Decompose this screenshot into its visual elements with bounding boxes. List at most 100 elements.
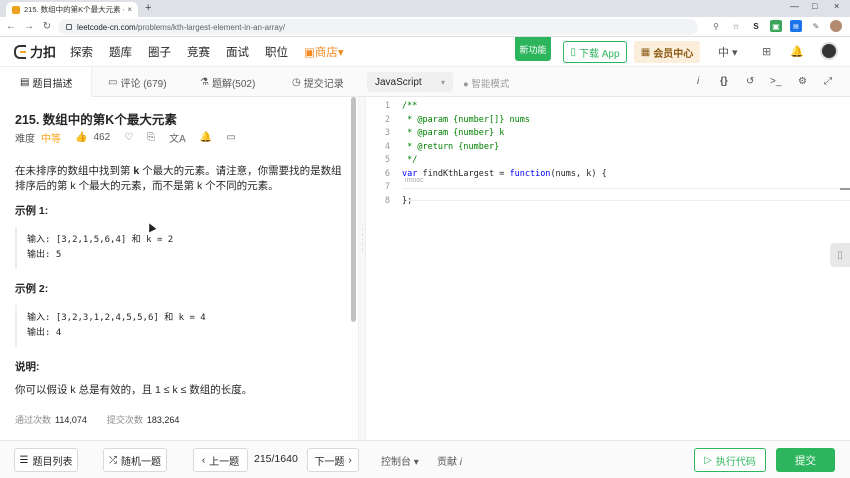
notification-bell-icon[interactable]: 🔔 bbox=[790, 45, 804, 58]
lock-icon bbox=[66, 24, 72, 30]
submit-button[interactable]: 提交 bbox=[776, 448, 835, 472]
nav-shop[interactable]: ▣商店▾ bbox=[304, 44, 344, 60]
run-code-button[interactable]: ▷ 执行代码 bbox=[694, 448, 766, 472]
example-1-output: 输出: 5 bbox=[27, 250, 62, 260]
nav-contest[interactable]: 竞赛 bbox=[187, 44, 210, 60]
translate-icon[interactable]: 文A bbox=[169, 130, 186, 145]
nav-jobs[interactable]: 职位 bbox=[265, 44, 288, 60]
problem-description: 在未排序的数组中找到第 k 个最大的元素。请注意，你需要找的是数组排序后的第 k… bbox=[15, 164, 350, 194]
nav-shop-label: 商店 bbox=[314, 46, 338, 59]
prev-label: 上一题 bbox=[209, 456, 240, 468]
tab-submissions[interactable]: ◷ 提交记录 bbox=[292, 67, 344, 97]
code-text: }; bbox=[402, 195, 413, 206]
reload-icon[interactable]: ↻ bbox=[40, 21, 54, 32]
nav-interview[interactable]: 面试 bbox=[226, 44, 249, 60]
run-label: 执行代码 bbox=[715, 456, 756, 468]
logo[interactable]: 力扣 bbox=[14, 42, 56, 61]
tab-solutions[interactable]: ⚗ 题解(502) bbox=[200, 67, 255, 97]
flask-icon: ⚗ bbox=[200, 76, 209, 88]
smart-mode-label: 智能模式 bbox=[471, 79, 510, 90]
editor-scroll-marker bbox=[840, 188, 850, 190]
new-feature-badge[interactable]: 新功能 bbox=[515, 37, 551, 61]
gear-icon[interactable]: ⚙ bbox=[798, 76, 807, 87]
url-host: leetcode-cn.com bbox=[77, 22, 136, 32]
problem-description-panel: 215. 数组中的第K个最大元素 难度 中等 👍 462 ♡ ⎘ 文A 🔔 ▭ … bbox=[0, 97, 358, 440]
code-line[interactable]: 3 * @param {number} k bbox=[366, 127, 504, 141]
nav-problems[interactable]: 题库 bbox=[109, 44, 132, 60]
share-icon[interactable]: ⎘ bbox=[147, 132, 155, 143]
extension-green-icon[interactable]: ▣ bbox=[770, 20, 782, 32]
braces-icon[interactable]: {} bbox=[720, 76, 728, 87]
nav-circle[interactable]: 圈子 bbox=[148, 44, 171, 60]
user-avatar[interactable] bbox=[820, 42, 838, 60]
code-text: /** bbox=[402, 101, 418, 111]
prev-problem-button[interactable]: ‹ 上一题 bbox=[193, 448, 248, 472]
extension-s-icon[interactable]: S bbox=[750, 20, 762, 32]
submitted-count: 183,264 bbox=[146, 415, 180, 425]
side-panel-toggle[interactable]: ▯ bbox=[830, 243, 850, 267]
smart-mode-toggle[interactable]: ● 智能模式 bbox=[463, 76, 509, 90]
random-problem-button[interactable]: ⤮ 随机一题 bbox=[103, 448, 167, 472]
description-scrollbar[interactable] bbox=[351, 97, 356, 322]
code-line[interactable]: 2 * @param {number[]} nums bbox=[366, 114, 530, 128]
shop-icon: ▣ bbox=[304, 46, 315, 59]
console-toggle[interactable]: 控制台 ▾ bbox=[381, 453, 419, 468]
example-2-box: 输入: [3,2,3,1,2,4,5,5,6] 和 k = 4 输出: 4 bbox=[15, 305, 341, 347]
back-icon[interactable]: ← bbox=[4, 21, 18, 32]
code-editor[interactable]: 1/** 2 * @param {number[]} nums 3 * @param… bbox=[366, 97, 850, 440]
list-icon: ☰ bbox=[19, 454, 29, 466]
thumbs-up-icon[interactable]: 👍 bbox=[75, 132, 87, 143]
tab-description[interactable]: ▤ 题目描述 bbox=[0, 67, 92, 97]
contribute-link[interactable]: 贡献 i bbox=[437, 453, 462, 468]
download-app-button[interactable]: ▯ 下载 App bbox=[563, 41, 627, 63]
language-switch[interactable]: 中 ▾ bbox=[718, 44, 738, 60]
zoom-icon[interactable]: ⚲ bbox=[710, 20, 722, 32]
tab-comments[interactable]: ▭ 评论 (679) bbox=[108, 67, 167, 97]
nav-explore[interactable]: 探索 bbox=[70, 44, 93, 60]
terminal-icon[interactable]: >_ bbox=[770, 76, 781, 87]
browser-tab-bar: 215. 数组中的第K个最大元素 - 力 × + — □ × bbox=[0, 0, 850, 17]
problem-meta: 难度 中等 👍 462 ♡ ⎘ 文A 🔔 ▭ bbox=[15, 130, 236, 145]
browser-tab[interactable]: 215. 数组中的第K个最大元素 - 力 × bbox=[6, 2, 138, 17]
difficulty-badge: 中等 bbox=[41, 134, 61, 145]
playground-icon[interactable]: ⊞ bbox=[762, 45, 771, 58]
extension-new-icon[interactable]: ▤ bbox=[790, 20, 802, 32]
problem-list-button[interactable]: ☰ 题目列表 bbox=[14, 448, 78, 472]
play-icon: ▷ bbox=[704, 454, 712, 466]
feedback-icon[interactable]: ▭ bbox=[226, 132, 235, 143]
contribute-label: 贡献 bbox=[437, 457, 457, 468]
submitted-stat: 提交次数 183,264 bbox=[107, 413, 180, 426]
next-problem-button[interactable]: 下一题 › bbox=[307, 448, 359, 472]
code-line[interactable]: 5 */ bbox=[366, 154, 417, 168]
url-input[interactable]: leetcode-cn.com/problems/kth-largest-ele… bbox=[58, 19, 698, 35]
reset-icon[interactable]: ↺ bbox=[746, 76, 754, 87]
line-number: 3 bbox=[384, 128, 390, 138]
code-line[interactable]: 1 /** bbox=[366, 100, 417, 114]
bell-icon[interactable]: 🔔 bbox=[200, 132, 212, 143]
language-select[interactable]: JavaScript ▾ bbox=[367, 72, 453, 92]
like-count: 462 bbox=[93, 132, 111, 143]
code-line[interactable]: 4 * @return {number} bbox=[366, 141, 499, 155]
logo-icon bbox=[14, 44, 26, 59]
code-line[interactable]: 6 var findKthLargest = function(nums, k) … bbox=[366, 168, 607, 182]
close-window-button[interactable]: × bbox=[834, 1, 839, 11]
address-bar-row: ← → ↻ leetcode-cn.com/problems/kth-large… bbox=[0, 17, 850, 37]
minimize-button[interactable]: — bbox=[790, 1, 799, 11]
extension-icon[interactable]: ✎ bbox=[810, 20, 822, 32]
close-tab-icon[interactable]: × bbox=[127, 5, 132, 14]
example-2-input: 输入: [3,2,3,1,2,4,5,5,6] 和 k = 4 bbox=[27, 313, 206, 323]
panel-resize-handle[interactable]: · · · · · bbox=[358, 97, 366, 440]
code-line[interactable]: 7 bbox=[366, 181, 402, 195]
new-tab-button[interactable]: + bbox=[145, 2, 151, 15]
profile-avatar-icon[interactable] bbox=[830, 20, 842, 32]
fullscreen-icon[interactable]: ⤢ bbox=[824, 76, 832, 87]
forward-icon[interactable]: → bbox=[22, 21, 36, 32]
star-icon[interactable]: ☆ bbox=[730, 20, 742, 32]
maximize-button[interactable]: □ bbox=[812, 1, 817, 11]
heart-icon[interactable]: ♡ bbox=[124, 132, 133, 143]
tab-comments-label: 评论 (679) bbox=[120, 78, 167, 90]
code-line[interactable]: 8}; bbox=[366, 195, 412, 209]
vip-center-button[interactable]: ▦ 会员中心 bbox=[634, 41, 700, 63]
info-icon[interactable]: i bbox=[697, 76, 699, 87]
accepted-stat: 通过次数 114,074 bbox=[15, 413, 87, 426]
